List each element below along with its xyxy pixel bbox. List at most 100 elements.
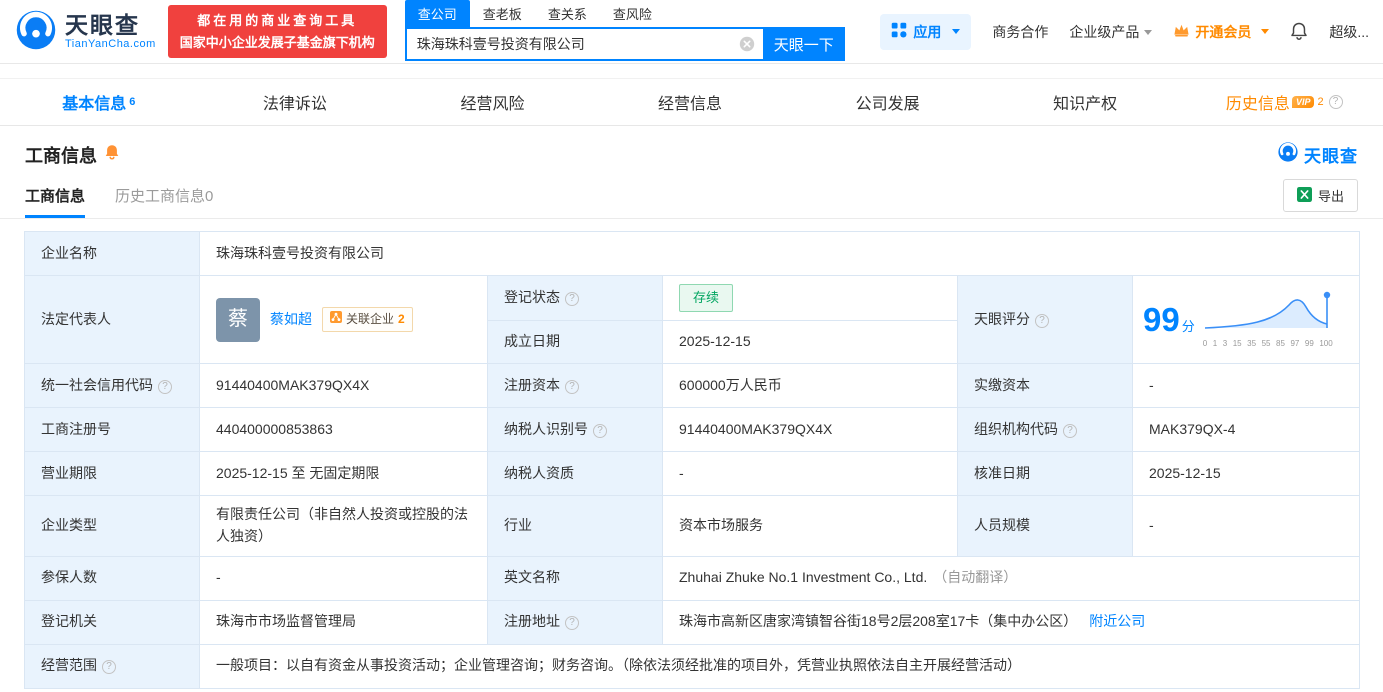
score-axis: 0 1 3 15 35 55 85 97 99 100: [1202, 339, 1333, 349]
help-icon[interactable]: [593, 423, 607, 438]
field-value-company-name: 珠海珠科壹号投资有限公司: [198, 231, 1361, 276]
open-vip-link[interactable]: 开通会员: [1173, 22, 1270, 42]
field-value-paid-capital: -: [1131, 363, 1361, 409]
excel-icon: [1296, 186, 1312, 205]
field-label-industry: 行业: [487, 495, 663, 557]
tianyancha-logo-icon: [14, 8, 58, 55]
section-header: 工商信息 天眼查: [0, 126, 1383, 173]
field-value-business-term: 2025-12-15 至 无固定期限: [199, 451, 488, 497]
subtab-bar: 工商信息 历史工商信息0 导出: [0, 173, 1383, 219]
field-value-reg-capital: 600000万人民币: [662, 363, 958, 409]
score-chart: 0 1 3 15 35 55 85 97 99 100: [1203, 289, 1337, 351]
tab-intellectual-property[interactable]: 知识产权: [988, 79, 1186, 125]
search-tabs: 查公司 查老板 查关系 查风险: [404, 0, 845, 27]
search-area: 查公司 查老板 查关系 查风险 天眼一下: [404, 0, 845, 61]
help-icon[interactable]: [565, 616, 579, 631]
help-icon[interactable]: [1035, 313, 1049, 328]
field-label-score: 天眼评分: [957, 274, 1133, 365]
field-label-business-scope: 经营范围: [24, 643, 200, 689]
promo-line2: 国家中小企业发展子基金旗下机构: [179, 34, 375, 50]
export-button[interactable]: 导出: [1282, 179, 1358, 212]
search-input[interactable]: [404, 27, 763, 61]
nav-enterprise-products[interactable]: 企业级产品: [1069, 22, 1153, 42]
field-value-reg-authority: 珠海市市场监督管理局: [199, 599, 488, 645]
chevron-down-icon: [1144, 30, 1153, 36]
search-tab-company[interactable]: 查公司: [404, 0, 470, 27]
field-label-establish-date: 成立日期: [487, 320, 663, 365]
section-title: 工商信息: [25, 145, 97, 166]
field-value-reg-address: 珠海市高新区唐家湾镇智谷街18号2层208室17卡（集中办公区） 附近公司: [661, 599, 1361, 645]
section-title-row: 工商信息: [25, 142, 120, 168]
score-value: 99 分: [1143, 301, 1195, 338]
field-label-credit-code: 统一社会信用代码: [24, 363, 200, 409]
related-companies-icon: [330, 310, 342, 329]
search-button[interactable]: 天眼一下: [762, 27, 845, 61]
field-value-taxpayer-id: 91440400MAK379QX4X: [662, 407, 958, 453]
tianyancha-logo[interactable]: 天眼查 TianYanCha.com: [14, 8, 156, 55]
chevron-down-icon: [952, 29, 961, 34]
business-info-table: 企业名称 珠海珠科壹号投资有限公司 法定代表人 蔡 蔡如超 关联企业 2 登记状…: [24, 231, 1361, 689]
promo-line1: 都在用的商业查询工具: [197, 13, 358, 29]
search-tab-relation[interactable]: 查关系: [535, 0, 600, 27]
help-icon[interactable]: [565, 292, 579, 307]
field-label-taxpayer-quality: 纳税人资质: [487, 451, 663, 497]
tab-history-info[interactable]: 历史信息 VIP 2: [1185, 79, 1383, 125]
help-icon[interactable]: [158, 379, 172, 394]
apps-grid-icon: [891, 22, 907, 41]
tab-legal-litigation[interactable]: 法律诉讼: [198, 79, 396, 125]
help-icon[interactable]: [1063, 423, 1077, 438]
legal-rep-name-link[interactable]: 蔡如超: [270, 309, 312, 331]
search-tab-boss[interactable]: 查老板: [470, 0, 535, 27]
subtab-history-business-info[interactable]: 历史工商信息0: [115, 173, 213, 218]
field-value-company-type: 有限责任公司（非自然人投资或控股的法人独资）: [199, 495, 488, 557]
tianyancha-logo-icon: [1277, 141, 1299, 168]
field-label-insured-count: 参保人数: [24, 555, 200, 601]
field-value-taxpayer-quality: -: [662, 451, 958, 497]
field-label-english-name: 英文名称: [487, 555, 663, 601]
field-value-industry: 资本市场服务: [662, 495, 958, 557]
field-label-reg-number: 工商注册号: [24, 407, 200, 453]
legal-rep-avatar[interactable]: 蔡: [216, 297, 260, 342]
field-label-paid-capital: 实缴资本: [957, 363, 1133, 409]
field-value-business-scope: 一般项目：以自有资金从事投资活动；企业管理咨询；财务咨询。（除依法须经批准的项目…: [198, 643, 1361, 689]
field-value-reg-status: 存续: [662, 274, 958, 322]
tab-company-development[interactable]: 公司发展: [790, 79, 988, 125]
header-nav: 应用 商务合作 企业级产品 开通会员 超级...: [880, 13, 1369, 50]
promo-banner: 都在用的商业查询工具 国家中小企业发展子基金旗下机构: [167, 5, 387, 58]
related-companies-badge[interactable]: 关联企业 2: [322, 307, 413, 332]
brand-name: 天眼查: [65, 12, 140, 39]
help-icon[interactable]: [1328, 95, 1343, 109]
auto-translate-note: （自动翻译）: [933, 569, 1018, 586]
top-header: 天眼查 TianYanCha.com 都在用的商业查询工具 国家中小企业发展子基…: [0, 0, 1383, 64]
field-label-legal-rep: 法定代表人: [24, 274, 200, 365]
tab-basic-info[interactable]: 基本信息 6: [0, 79, 198, 125]
field-label-approval-date: 核准日期: [957, 451, 1133, 497]
field-value-credit-code: 91440400MAK379QX4X: [199, 363, 488, 409]
search-tab-risk[interactable]: 查风险: [600, 0, 665, 27]
vip-badge: VIP: [1291, 96, 1315, 108]
monitor-bell-icon[interactable]: [104, 144, 120, 166]
field-label-staff-size: 人员规模: [957, 495, 1133, 557]
field-value-score: 99 分 0 1 3 15 35 55 85 97 99 100: [1131, 274, 1361, 365]
field-value-staff-size: -: [1131, 495, 1361, 557]
help-icon[interactable]: [102, 660, 116, 675]
nav-business-cooperation[interactable]: 商务合作: [992, 22, 1048, 42]
nearby-companies-link[interactable]: 附近公司: [1089, 613, 1145, 629]
field-value-legal-rep: 蔡 蔡如超 关联企业 2: [199, 274, 488, 365]
subtab-business-info[interactable]: 工商信息: [25, 173, 86, 218]
tab-operation-info[interactable]: 经营信息: [593, 79, 791, 125]
status-badge: 存续: [679, 284, 734, 313]
field-label-reg-address: 注册地址: [487, 599, 663, 645]
tab-operation-risk[interactable]: 经营风险: [395, 79, 593, 125]
company-detail-tabs: 基本信息 6 法律诉讼 经营风险 经营信息 公司发展 知识产权 历史信息 VIP 2: [0, 78, 1383, 126]
nav-super-link[interactable]: 超级...: [1329, 22, 1369, 42]
field-label-company-name: 企业名称: [24, 231, 200, 276]
field-value-english-name: Zhuhai Zhuke No.1 Investment Co., Ltd. （自…: [661, 555, 1361, 601]
notification-bell-icon[interactable]: [1290, 22, 1308, 41]
field-label-org-code: 组织机构代码: [957, 407, 1133, 453]
help-icon[interactable]: [565, 379, 579, 394]
field-label-business-term: 营业期限: [24, 451, 200, 497]
apps-button[interactable]: 应用: [880, 13, 972, 50]
field-value-approval-date: 2025-12-15: [1131, 451, 1361, 497]
clear-search-icon[interactable]: [739, 36, 755, 55]
